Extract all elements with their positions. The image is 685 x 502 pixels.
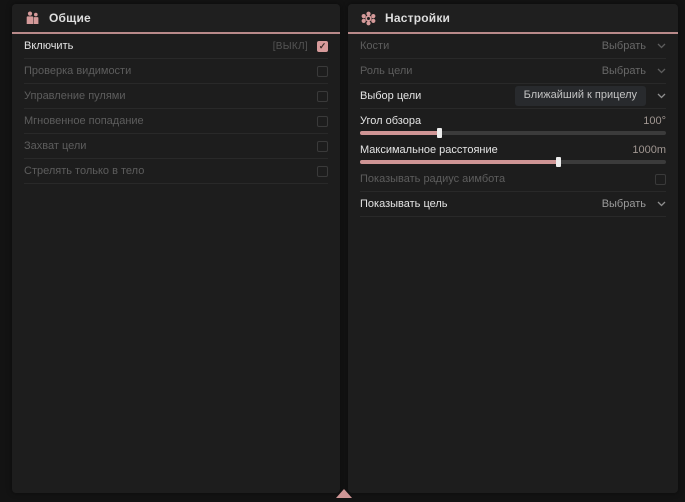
- target-role-dropdown[interactable]: Выбрать: [602, 65, 666, 77]
- chevron-down-icon: [657, 68, 666, 74]
- triangle-up-icon[interactable]: [336, 489, 352, 498]
- row-label: Выбор цели: [360, 90, 421, 102]
- chevron-down-icon: [657, 201, 666, 207]
- row-label: Кости: [360, 40, 389, 52]
- row-label: Управление пулями: [24, 90, 126, 102]
- row-fov: Угол обзора 100°: [360, 109, 666, 138]
- panel-title: Настройки: [385, 11, 450, 25]
- instant-hit-checkbox[interactable]: [317, 116, 328, 127]
- panel-title: Общие: [49, 11, 91, 25]
- row-label: Угол обзора: [360, 115, 421, 127]
- panel-settings: Настройки Кости Выбрать Роль цели Выбрат…: [348, 4, 678, 493]
- row-max-distance: Максимальное расстояние 1000m: [360, 138, 666, 167]
- row-label: Показывать цель: [360, 198, 448, 210]
- show-aimbot-radius-checkbox[interactable]: [655, 174, 666, 185]
- target-selection-dropdown[interactable]: Ближайший к прицелу: [515, 86, 666, 105]
- panel-general: Общие Включить [ВЫКЛ] ✓ Проверка видимос…: [12, 4, 340, 493]
- fov-value: 100°: [643, 115, 666, 127]
- enable-checkbox[interactable]: ✓: [317, 41, 328, 52]
- row-show-target: Показывать цель Выбрать: [360, 192, 666, 217]
- bones-dropdown[interactable]: Выбрать: [602, 40, 666, 52]
- gear-icon: [361, 11, 376, 26]
- visibility-check-checkbox[interactable]: [317, 66, 328, 77]
- panel-general-header: Общие: [12, 4, 340, 34]
- row-enable: Включить [ВЫКЛ] ✓: [24, 34, 328, 59]
- row-target-selection: Выбор цели Ближайший к прицелу: [360, 84, 666, 109]
- dropdown-value: Выбрать: [602, 40, 646, 52]
- group-icon: [25, 11, 40, 26]
- dropdown-value: Выбрать: [602, 198, 646, 210]
- row-label: Мгновенное попадание: [24, 115, 144, 127]
- show-target-dropdown[interactable]: Выбрать: [602, 198, 666, 210]
- dropdown-value: Ближайший к прицелу: [515, 86, 646, 105]
- slider-handle[interactable]: [556, 157, 561, 167]
- row-body-only: Стрелять только в тело: [24, 159, 328, 184]
- chevron-down-icon: [657, 43, 666, 49]
- dropdown-value: Выбрать: [602, 65, 646, 77]
- slider-fill: [360, 160, 559, 164]
- row-label: Включить: [24, 40, 73, 52]
- panel-settings-header: Настройки: [348, 4, 678, 34]
- slider-fill: [360, 131, 440, 135]
- row-instant-hit: Мгновенное попадание: [24, 109, 328, 134]
- bullet-control-checkbox[interactable]: [317, 91, 328, 102]
- max-distance-value: 1000m: [632, 144, 666, 156]
- max-distance-slider[interactable]: [360, 160, 666, 164]
- row-show-aimbot-radius: Показывать радиус аимбота: [360, 167, 666, 192]
- row-label: Проверка видимости: [24, 65, 131, 77]
- fov-slider[interactable]: [360, 131, 666, 135]
- row-visibility-check: Проверка видимости: [24, 59, 328, 84]
- row-bullet-control: Управление пулями: [24, 84, 328, 109]
- row-bones: Кости Выбрать: [360, 34, 666, 59]
- row-label: Стрелять только в тело: [24, 165, 144, 177]
- row-target-lock: Захват цели: [24, 134, 328, 159]
- chevron-down-icon: [657, 93, 666, 99]
- slider-handle[interactable]: [437, 128, 442, 138]
- target-lock-checkbox[interactable]: [317, 141, 328, 152]
- row-label: Захват цели: [24, 140, 86, 152]
- body-only-checkbox[interactable]: [317, 166, 328, 177]
- row-label: Показывать радиус аимбота: [360, 173, 505, 185]
- row-target-role: Роль цели Выбрать: [360, 59, 666, 84]
- keybind-badge: [ВЫКЛ]: [273, 41, 308, 52]
- row-label: Роль цели: [360, 65, 412, 77]
- row-label: Максимальное расстояние: [360, 144, 498, 156]
